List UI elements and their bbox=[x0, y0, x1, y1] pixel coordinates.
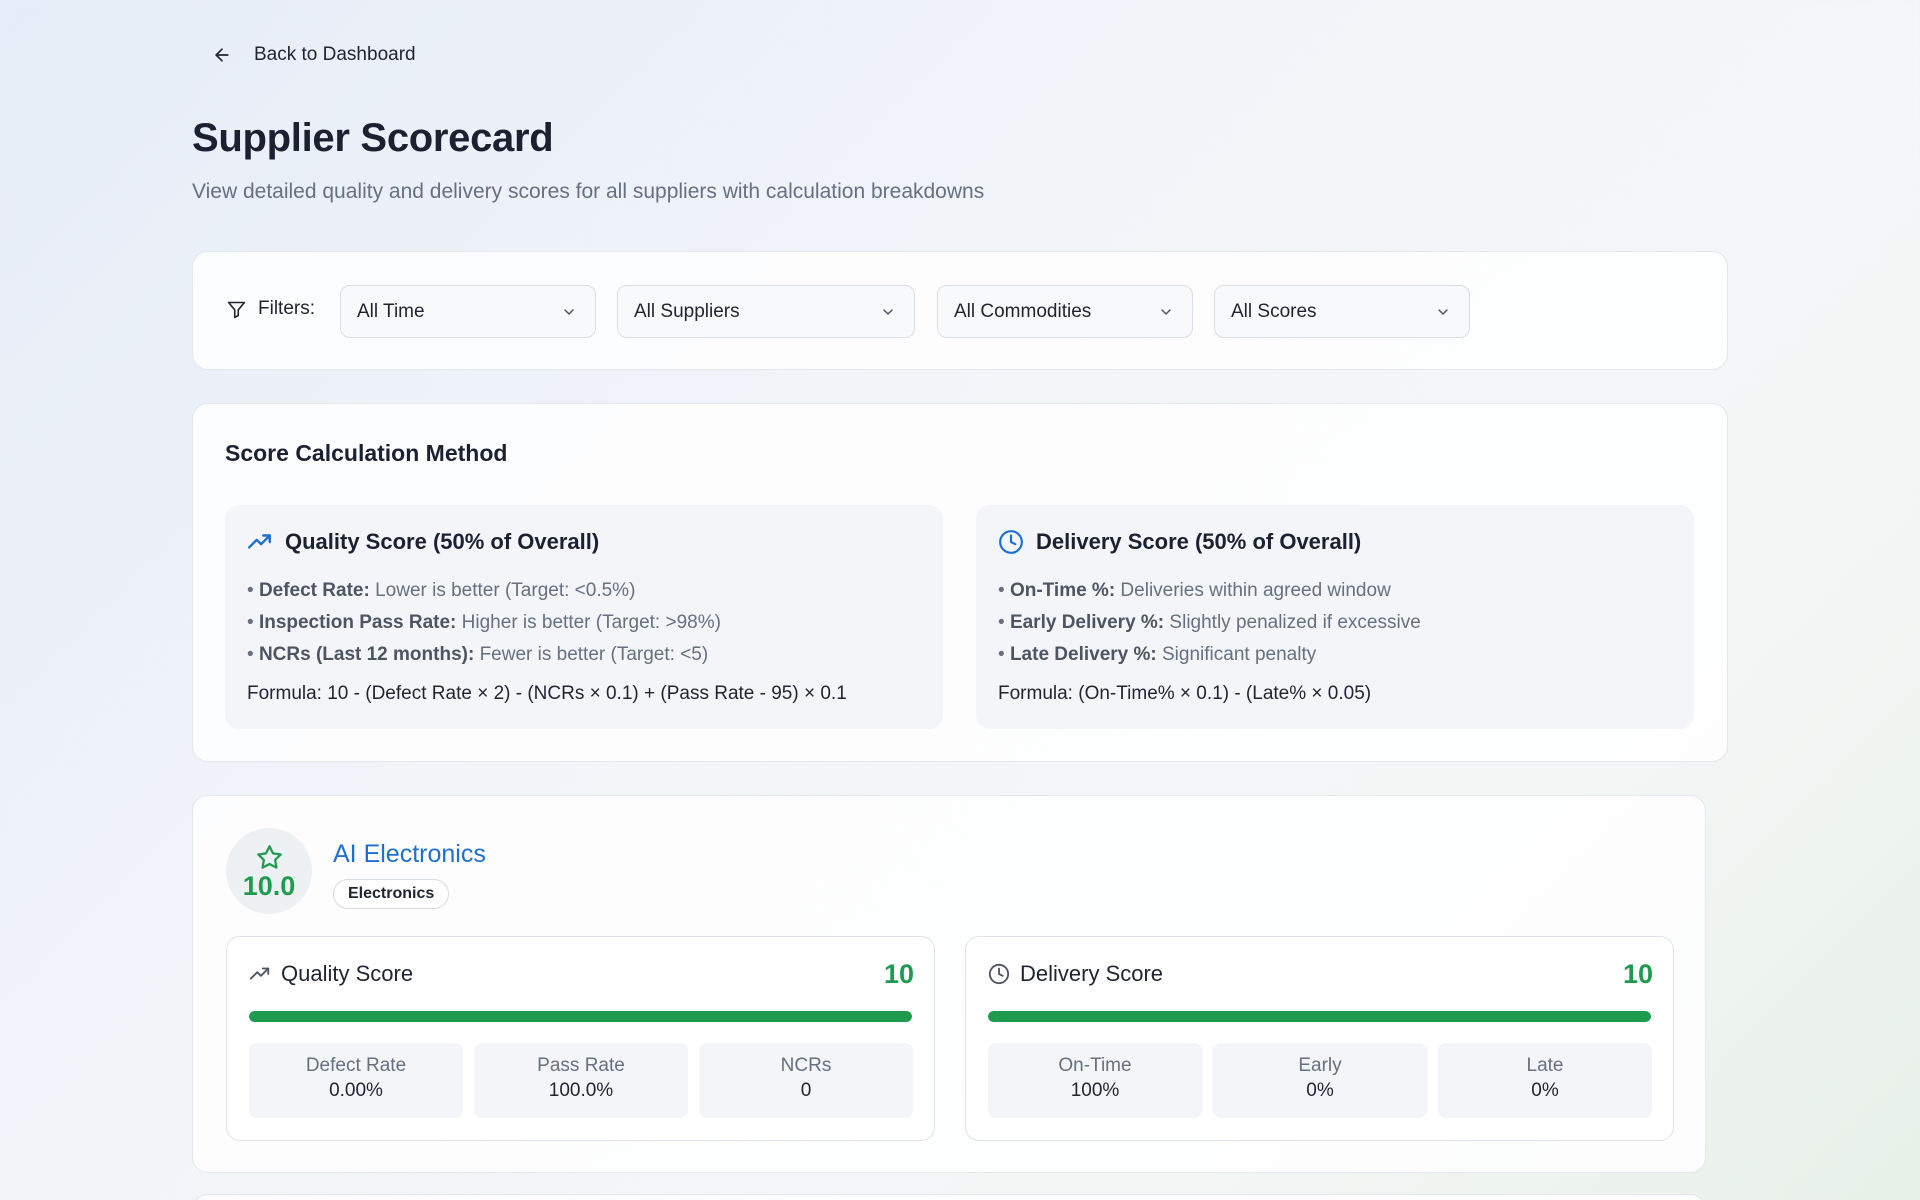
metric-value: 100% bbox=[1070, 1080, 1120, 1101]
filters-label-text: Filters: bbox=[258, 298, 315, 319]
bullet-text: Slightly penalized if excessive bbox=[1164, 612, 1421, 633]
list-item: • Inspection Pass Rate: Higher is better… bbox=[247, 612, 721, 633]
clock-icon bbox=[988, 963, 1010, 985]
bullet-term: Late Delivery %: bbox=[1009, 644, 1157, 665]
delivery-score-card: Delivery Score 10 On-Time 100% Early 0% … bbox=[965, 936, 1674, 1141]
quality-method-bullets: • Defect Rate: Lower is better (Target: … bbox=[247, 575, 721, 671]
page-title: Supplier Scorecard bbox=[192, 116, 554, 160]
metric-late: Late 0% bbox=[1438, 1043, 1652, 1118]
delivery-score-value: 10 bbox=[1622, 959, 1653, 989]
time-filter-select[interactable]: All Time bbox=[340, 285, 596, 338]
quality-progress-fill bbox=[249, 1011, 912, 1022]
delivery-progress-fill bbox=[988, 1011, 1651, 1022]
metric-value: 0.00% bbox=[329, 1080, 383, 1101]
page-subtitle: View detailed quality and delivery score… bbox=[192, 180, 985, 203]
commodity-filter-value: All Commodities bbox=[954, 300, 1092, 322]
metric-on-time: On-Time 100% bbox=[988, 1043, 1202, 1118]
clock-icon bbox=[999, 530, 1023, 554]
supplier-card-next bbox=[192, 1194, 1706, 1200]
filters-card: Filters: All Time All Suppliers All Comm… bbox=[192, 251, 1728, 370]
chevron-down-icon bbox=[883, 308, 893, 315]
delivery-score-label: Delivery Score bbox=[1020, 961, 1164, 986]
score-filter-value: All Scores bbox=[1231, 300, 1317, 322]
metric-label: On-Time bbox=[1058, 1055, 1132, 1076]
metric-label: Pass Rate bbox=[537, 1055, 625, 1076]
chevron-down-icon bbox=[564, 308, 574, 315]
back-to-dashboard-link[interactable]: Back to Dashboard bbox=[212, 44, 416, 66]
chevron-down-icon bbox=[1161, 308, 1171, 315]
quality-method-heading-text: Quality Score (50% of Overall) bbox=[285, 529, 600, 554]
list-item: • Defect Rate: Lower is better (Target: … bbox=[247, 580, 636, 601]
score-method-title: Score Calculation Method bbox=[225, 440, 508, 466]
time-filter-value: All Time bbox=[357, 300, 425, 322]
metric-early: Early 0% bbox=[1213, 1043, 1427, 1118]
star-icon bbox=[256, 844, 282, 869]
supplier-card: 10.0 AI Electronics Electronics Quality … bbox=[192, 795, 1706, 1173]
filters-label: Filters: bbox=[226, 298, 315, 320]
metric-pass-rate: Pass Rate 100.0% bbox=[474, 1043, 688, 1118]
bullet-term: NCRs (Last 12 months): bbox=[258, 644, 475, 665]
score-filter-select[interactable]: All Scores bbox=[1214, 285, 1470, 338]
delivery-formula: Formula: (On-Time% × 0.1) - (Late% × 0.0… bbox=[998, 683, 1372, 704]
bullet-term: On-Time %: bbox=[1009, 580, 1116, 601]
metric-defect-rate: Defect Rate 0.00% bbox=[249, 1043, 463, 1118]
metric-label: Early bbox=[1298, 1055, 1342, 1076]
delivery-method-heading: Delivery Score (50% of Overall) bbox=[998, 529, 1361, 555]
filter-icon bbox=[227, 301, 246, 318]
metric-value: 100.0% bbox=[548, 1080, 614, 1101]
arrow-left-icon bbox=[215, 48, 229, 62]
commodity-filter-select[interactable]: All Commodities bbox=[937, 285, 1193, 338]
bullet-term: Defect Rate: bbox=[258, 580, 370, 601]
delivery-score-heading: Delivery Score bbox=[988, 961, 1163, 987]
bullet-text: Deliveries within agreed window bbox=[1115, 580, 1391, 601]
delivery-progress-bar bbox=[988, 1011, 1651, 1022]
supplier-filter-value: All Suppliers bbox=[634, 300, 740, 322]
quality-score-label: Quality Score bbox=[281, 961, 414, 986]
metric-label: Defect Rate bbox=[305, 1055, 407, 1076]
quality-formula: Formula: 10 - (Defect Rate × 2) - (NCRs … bbox=[247, 683, 847, 704]
bullet-term: Inspection Pass Rate: bbox=[258, 612, 457, 633]
chevron-down-icon bbox=[1438, 308, 1448, 315]
bullet-text: Lower is better (Target: <0.5%) bbox=[369, 580, 636, 601]
delivery-method-bullets: • On-Time %: Deliveries within agreed wi… bbox=[998, 575, 1421, 671]
quality-progress-bar bbox=[249, 1011, 912, 1022]
list-item: • NCRs (Last 12 months): Fewer is better… bbox=[247, 644, 709, 665]
quality-method-box: Quality Score (50% of Overall) • Defect … bbox=[225, 505, 943, 729]
back-link-label: Back to Dashboard bbox=[254, 44, 416, 65]
trending-up-icon bbox=[247, 534, 271, 549]
trending-up-icon bbox=[249, 967, 270, 980]
overall-score-value: 10.0 bbox=[242, 870, 296, 901]
quality-score-card: Quality Score 10 Defect Rate 0.00% Pass … bbox=[226, 936, 935, 1141]
list-item: • Early Delivery %: Slightly penalized i… bbox=[998, 612, 1421, 633]
overall-score-badge: 10.0 bbox=[226, 828, 312, 914]
metric-label: NCRs bbox=[780, 1055, 832, 1076]
metric-ncrs: NCRs 0 bbox=[699, 1043, 913, 1118]
list-item: • On-Time %: Deliveries within agreed wi… bbox=[998, 580, 1391, 601]
list-item: • Late Delivery %: Significant penalty bbox=[998, 644, 1317, 665]
supplier-filter-select[interactable]: All Suppliers bbox=[617, 285, 915, 338]
metric-value: 0% bbox=[1306, 1080, 1334, 1101]
bullet-text: Higher is better (Target: >98%) bbox=[456, 612, 721, 633]
quality-method-heading: Quality Score (50% of Overall) bbox=[247, 529, 599, 555]
metric-label: Late bbox=[1526, 1055, 1564, 1076]
commodity-badge: Electronics bbox=[333, 879, 450, 909]
quality-score-value: 10 bbox=[883, 959, 914, 989]
bullet-text: Significant penalty bbox=[1156, 644, 1317, 665]
delivery-method-box: Delivery Score (50% of Overall) • On-Tim… bbox=[976, 505, 1694, 729]
quality-score-heading: Quality Score bbox=[249, 961, 413, 987]
delivery-method-heading-text: Delivery Score (50% of Overall) bbox=[1036, 529, 1362, 554]
bullet-term: Early Delivery %: bbox=[1009, 612, 1165, 633]
metric-value: 0% bbox=[1531, 1080, 1559, 1101]
bullet-text: Fewer is better (Target: <5) bbox=[474, 644, 709, 665]
supplier-name-link[interactable]: AI Electronics bbox=[333, 840, 486, 869]
metric-value: 0 bbox=[800, 1080, 812, 1101]
